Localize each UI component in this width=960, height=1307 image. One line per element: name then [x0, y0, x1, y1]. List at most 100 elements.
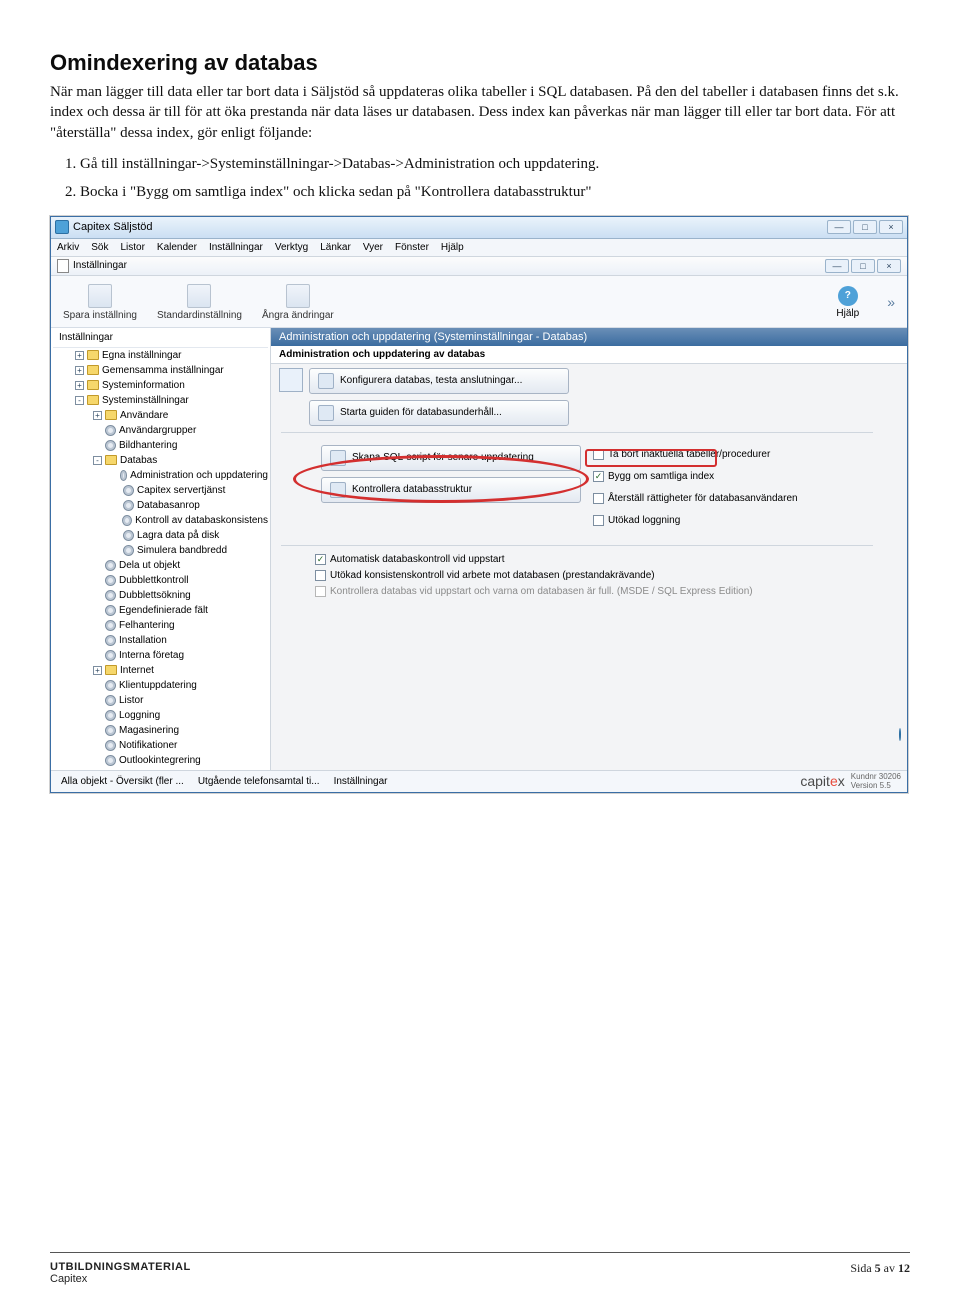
- tree-item-label: Klientuppdatering: [119, 680, 197, 691]
- toggle-icon[interactable]: +: [75, 381, 84, 390]
- menu-installningar[interactable]: Inställningar: [209, 242, 263, 253]
- tree-item[interactable]: Egendefinierade fält: [53, 603, 268, 618]
- maximize-button[interactable]: □: [853, 220, 877, 234]
- gear-icon: [105, 725, 116, 736]
- tree-item[interactable]: Papperskorgen: [53, 768, 268, 770]
- tree-item[interactable]: Simulera bandbredd: [53, 543, 268, 558]
- tree-item-label: Internet: [120, 665, 154, 676]
- toolbar-help[interactable]: ? Hjälp: [836, 286, 859, 319]
- tree-item[interactable]: Kontroll av databaskonsistens: [53, 513, 268, 528]
- page-number: Sida 5 av 12: [850, 1261, 910, 1285]
- toggle-icon[interactable]: -: [93, 456, 102, 465]
- gear-icon: [105, 695, 116, 706]
- menu-listor[interactable]: Listor: [120, 242, 144, 253]
- tree-item[interactable]: +Gemensamma inställningar: [53, 363, 268, 378]
- configure-db-button[interactable]: Konfigurera databas, testa anslutningar.…: [309, 368, 569, 394]
- tree-item[interactable]: Dubblettkontroll: [53, 573, 268, 588]
- menu-vyer[interactable]: Vyer: [363, 242, 383, 253]
- tree-item[interactable]: Dubblettsökning: [53, 588, 268, 603]
- help-icon: ?: [838, 286, 858, 306]
- menu-verktyg[interactable]: Verktyg: [275, 242, 308, 253]
- mdi-tab-label[interactable]: Inställningar: [73, 260, 127, 271]
- start-wizard-button[interactable]: Starta guiden för databasunderhåll...: [309, 400, 569, 426]
- checkbox-icon: [593, 449, 604, 460]
- tree-item[interactable]: Databasanrop: [53, 498, 268, 513]
- cb-extended-logging[interactable]: Utökad loggning: [593, 513, 798, 529]
- footer-subtitle: Capitex: [50, 1273, 191, 1285]
- mdi-minimize-button[interactable]: —: [825, 259, 849, 273]
- tree-item[interactable]: Bildhantering: [53, 438, 268, 453]
- tree-item[interactable]: Dela ut objekt: [53, 558, 268, 573]
- tree-item-label: Lagra data på disk: [137, 530, 219, 541]
- tree-item[interactable]: Klientuppdatering: [53, 678, 268, 693]
- tree-item[interactable]: Notifikationer: [53, 738, 268, 753]
- tree-item[interactable]: +Användare: [53, 408, 268, 423]
- tree-item[interactable]: Outlookintegrering: [53, 753, 268, 768]
- toolbar-save[interactable]: Spara inställning: [63, 284, 137, 321]
- tree-item[interactable]: Loggning: [53, 708, 268, 723]
- toolbar-default[interactable]: Standardinställning: [157, 284, 242, 321]
- status-tab-3[interactable]: Inställningar: [330, 776, 388, 787]
- toggle-icon[interactable]: +: [75, 366, 84, 375]
- gear-icon: [105, 620, 116, 631]
- cb-reset-rights[interactable]: Återställ rättigheter för databasanvända…: [593, 491, 798, 507]
- status-tab-2[interactable]: Utgående telefonsamtal ti...: [194, 776, 320, 787]
- create-sql-script-label: Skapa SQL-script för senare uppdatering: [352, 452, 534, 463]
- gear-icon: [122, 515, 132, 526]
- panel-title: Administration och uppdatering av databa…: [271, 346, 907, 364]
- globe-icon[interactable]: [899, 728, 901, 741]
- settings-panel: Administration och uppdatering (Systemin…: [271, 328, 907, 770]
- toggle-icon[interactable]: +: [93, 666, 102, 675]
- cb-consistency[interactable]: Utökad konsistenskontroll vid arbete mot…: [315, 568, 899, 584]
- tree-item-label: Kontroll av databaskonsistens: [135, 515, 268, 526]
- tree-item[interactable]: Felhantering: [53, 618, 268, 633]
- gear-icon: [123, 485, 134, 496]
- tree-item[interactable]: Magasinering: [53, 723, 268, 738]
- cb-rebuild-index[interactable]: ✓Bygg om samtliga index: [593, 469, 798, 485]
- tree-item[interactable]: +Systeminformation: [53, 378, 268, 393]
- check-db-structure-button[interactable]: Kontrollera databasstruktur: [321, 477, 581, 503]
- menu-fonster[interactable]: Fönster: [395, 242, 429, 253]
- cb-auto-check[interactable]: ✓Automatisk databaskontroll vid uppstart: [315, 552, 899, 568]
- toggle-icon[interactable]: -: [75, 396, 84, 405]
- tree-item-label: Bildhantering: [119, 440, 177, 451]
- tree-item[interactable]: + Internet: [53, 663, 268, 678]
- folder-icon: [87, 380, 99, 390]
- tree-item[interactable]: -Systeminställningar: [53, 393, 268, 408]
- expand-arrows-icon[interactable]: »: [879, 294, 895, 310]
- tree-item[interactable]: Användargrupper: [53, 423, 268, 438]
- save-icon: [88, 284, 112, 308]
- tree-item[interactable]: +Egna inställningar: [53, 348, 268, 363]
- menu-lankar[interactable]: Länkar: [320, 242, 351, 253]
- minimize-button[interactable]: —: [827, 220, 851, 234]
- menu-hjalp[interactable]: Hjälp: [441, 242, 464, 253]
- create-sql-script-button[interactable]: Skapa SQL-script för senare uppdatering: [321, 445, 581, 471]
- mdi-maximize-button[interactable]: □: [851, 259, 875, 273]
- steps-list: Gå till inställningar->Systeminställning…: [50, 153, 910, 204]
- mdi-tab-bar: Inställningar — □ ×: [51, 257, 907, 276]
- tree-item[interactable]: Capitex servertjänst: [53, 483, 268, 498]
- tree-item[interactable]: -Databas: [53, 453, 268, 468]
- tree-header-label: Inställningar: [59, 332, 113, 343]
- tree-item-label: Dubblettsökning: [119, 590, 191, 601]
- gear-icon: [105, 575, 116, 586]
- mdi-close-button[interactable]: ×: [877, 259, 901, 273]
- check-db-structure-label: Kontrollera databasstruktur: [352, 484, 472, 495]
- status-tab-1[interactable]: Alla objekt - Översikt (fler ...: [57, 776, 184, 787]
- cb-remove-inactive[interactable]: Ta bort inaktuella tabeller/procedurer: [593, 447, 798, 463]
- tree-item[interactable]: Lagra data på disk: [53, 528, 268, 543]
- tree-item[interactable]: Installation: [53, 633, 268, 648]
- toolbar-undo[interactable]: Ångra ändringar: [262, 284, 334, 321]
- menu-arkiv[interactable]: Arkiv: [57, 242, 79, 253]
- tree-item[interactable]: Interna företag: [53, 648, 268, 663]
- gear-icon: [105, 440, 116, 451]
- toggle-icon[interactable]: +: [75, 351, 84, 360]
- status-bar: Alla objekt - Översikt (fler ... Utgåend…: [51, 770, 907, 792]
- close-button[interactable]: ×: [879, 220, 903, 234]
- tree-item[interactable]: Listor: [53, 693, 268, 708]
- check-struct-icon: [330, 482, 346, 498]
- tree-item[interactable]: Administration och uppdatering: [53, 468, 268, 483]
- menu-sok[interactable]: Sök: [91, 242, 108, 253]
- menu-kalender[interactable]: Kalender: [157, 242, 197, 253]
- toggle-icon[interactable]: +: [93, 411, 102, 420]
